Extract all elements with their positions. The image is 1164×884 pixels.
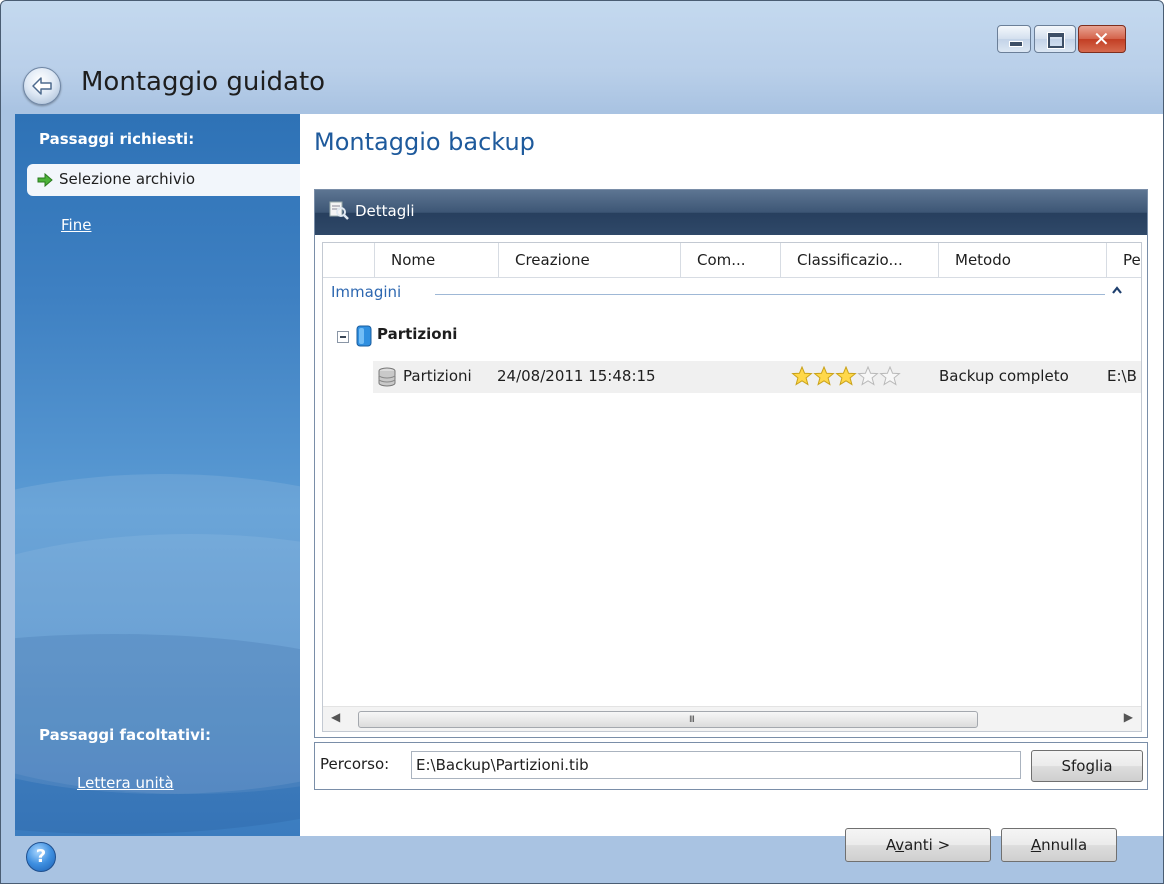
next-label-rest: anti > <box>904 836 951 854</box>
group-header-immagini[interactable]: Immagini <box>331 281 1131 307</box>
scrollbar-grip: III <box>689 715 695 725</box>
sidebar-item-selezione-archivio[interactable]: Selezione archivio <box>27 164 300 196</box>
title-bar: Montaggio guidato ✕ <box>1 1 1163 114</box>
window-title: Montaggio guidato <box>81 67 326 97</box>
browse-button[interactable]: Sfoglia <box>1031 750 1143 782</box>
scroll-left-icon[interactable]: ◀ <box>331 710 340 724</box>
archive-table: Nome Creazione Com... Classificazio... M… <box>322 242 1142 732</box>
star-filled-icon[interactable] <box>813 365 835 386</box>
details-magnifier-icon <box>329 201 349 220</box>
star-empty-icon[interactable] <box>857 365 879 386</box>
tree-node-partizioni[interactable]: Partizioni <box>337 323 637 351</box>
close-button[interactable]: ✕ <box>1078 25 1126 53</box>
column-header-metodo[interactable]: Metodo <box>939 243 1107 277</box>
cell-nome: Partizioni <box>403 367 472 385</box>
next-label-prefix: A <box>885 836 896 854</box>
horizontal-scrollbar[interactable]: ◀ III ▶ <box>323 706 1141 731</box>
star-filled-icon[interactable] <box>835 365 857 386</box>
next-accel-key: v <box>895 836 905 854</box>
maximize-button[interactable] <box>1034 25 1076 53</box>
column-header-percorso[interactable]: Pe <box>1107 243 1141 277</box>
collapse-toggle-icon[interactable] <box>337 331 349 343</box>
cell-creazione: 24/08/2011 15:48:15 <box>497 367 656 385</box>
sidebar-item-label: Selezione archivio <box>59 170 196 188</box>
minimize-button[interactable] <box>997 25 1031 53</box>
partition-disk-icon <box>356 325 372 347</box>
column-header-blank[interactable] <box>323 243 375 277</box>
details-panel: Dettagli Nome Creazione Com... Classific… <box>314 189 1148 738</box>
star-filled-icon[interactable] <box>791 365 813 386</box>
cancel-label-rest: nnulla <box>1041 836 1088 854</box>
page-title: Montaggio backup <box>314 128 535 156</box>
star-empty-icon[interactable] <box>879 365 901 386</box>
rating-stars[interactable] <box>791 365 901 390</box>
sidebar-item-lettera-unita[interactable]: Lettera unità <box>77 774 174 792</box>
group-label: Immagini <box>331 283 402 301</box>
backup-archive-icon <box>378 367 396 387</box>
maximize-icon <box>1048 33 1064 48</box>
green-arrow-icon <box>37 172 53 188</box>
back-arrow-icon <box>32 77 52 95</box>
column-header-commento[interactable]: Com... <box>681 243 781 277</box>
close-icon: ✕ <box>1093 27 1110 51</box>
back-button[interactable] <box>23 67 61 105</box>
wizard-sidebar: Passaggi richiesti: Selezione archivio F… <box>15 114 300 836</box>
column-header-creazione[interactable]: Creazione <box>499 243 681 277</box>
table-header: Nome Creazione Com... Classificazio... M… <box>323 243 1141 278</box>
tree-node-label: Partizioni <box>377 325 458 343</box>
column-header-nome[interactable]: Nome <box>375 243 499 277</box>
details-panel-header[interactable]: Dettagli <box>315 190 1147 235</box>
cell-percorso: E:\B <box>1107 367 1137 385</box>
chevron-up-icon[interactable] <box>1111 285 1123 295</box>
group-divider <box>435 294 1105 295</box>
minimize-icon <box>1009 41 1023 47</box>
main-content: Montaggio backup Dettagli Nome Creazione <box>300 114 1163 836</box>
scrollbar-thumb[interactable]: III <box>358 711 978 728</box>
sidebar-item-fine[interactable]: Fine <box>61 216 91 234</box>
wizard-window: Montaggio guidato ✕ Passaggi richiesti: … <box>0 0 1164 884</box>
help-icon[interactable]: ? <box>26 842 56 872</box>
cancel-accel-key: A <box>1030 836 1042 854</box>
optional-steps-heading: Passaggi facoltativi: <box>39 726 212 744</box>
scroll-right-icon[interactable]: ▶ <box>1124 710 1133 724</box>
cancel-button[interactable]: Annulla <box>1001 828 1117 862</box>
column-header-classificazione[interactable]: Classificazio... <box>781 243 939 277</box>
path-row: Percorso: Sfoglia <box>314 742 1148 790</box>
required-steps-heading: Passaggi richiesti: <box>39 130 195 148</box>
footer-bar: ? Avanti > Annulla <box>1 828 1163 883</box>
details-panel-title: Dettagli <box>355 202 415 220</box>
next-button[interactable]: Avanti > <box>845 828 991 862</box>
path-input[interactable] <box>411 751 1021 779</box>
path-label: Percorso: <box>320 755 390 773</box>
cell-metodo: Backup completo <box>939 367 1069 385</box>
table-row[interactable]: Partizioni 24/08/2011 15:48:15 Backup co… <box>373 361 1141 393</box>
